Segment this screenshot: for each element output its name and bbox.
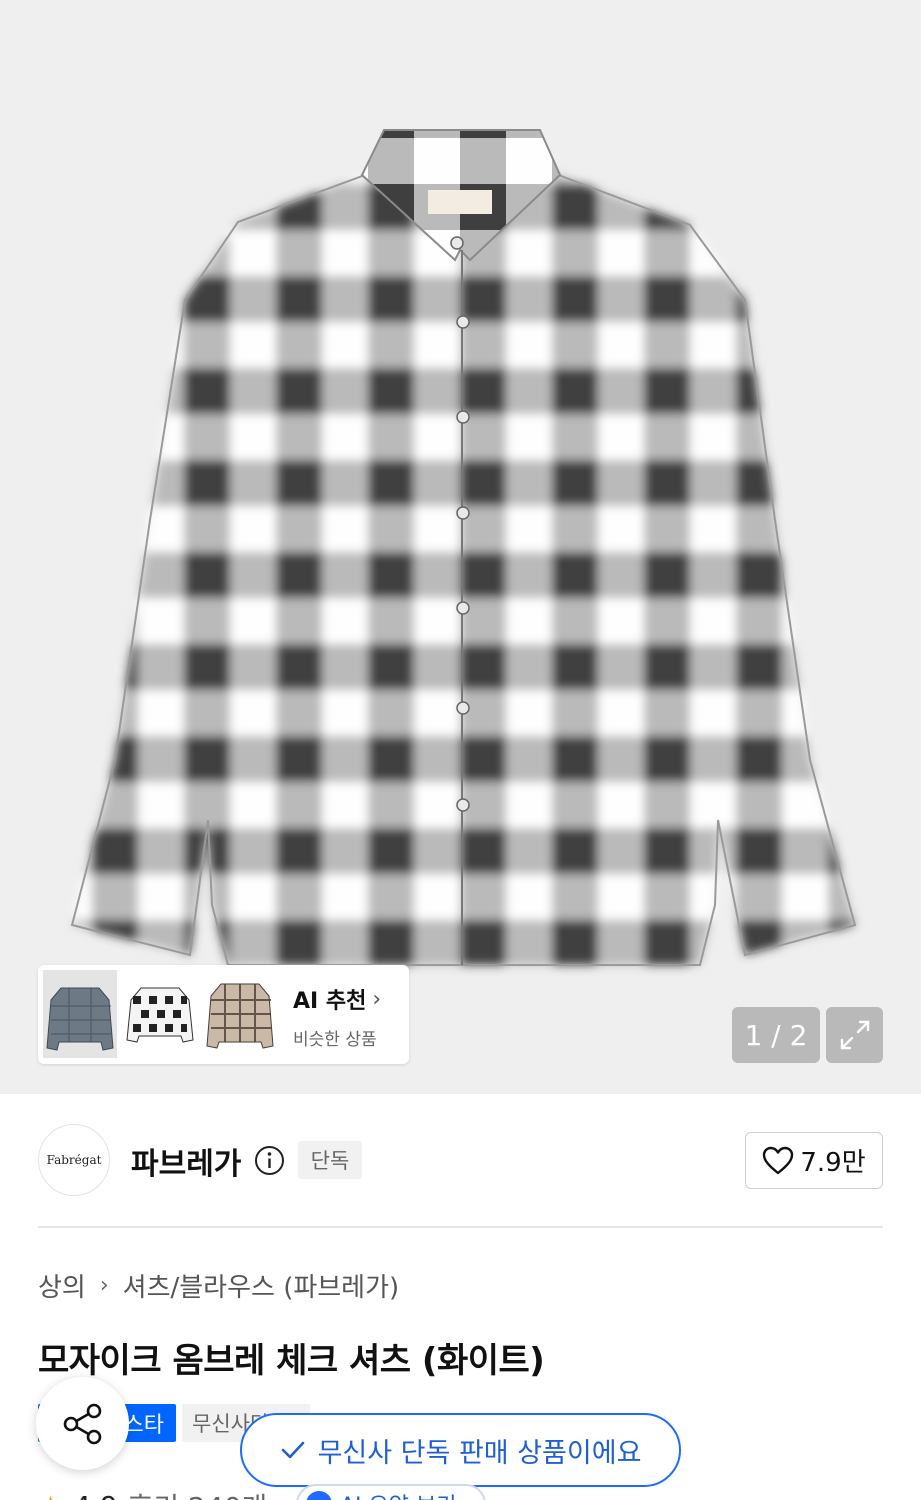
breadcrumb-item[interactable]: 상의 [38,1267,86,1304]
similar-product-thumb[interactable] [123,970,197,1058]
check-icon [281,1441,304,1459]
ai-recommend-title: AI 추천 [293,989,367,1014]
rating-score: 4.9 [73,1490,118,1500]
brand-logo-text: Fabrégat [46,1153,102,1167]
exclusive-tag: 단독 [298,1141,362,1179]
ai-icon [306,1491,332,1500]
brand-logo[interactable]: Fabrégat [38,1124,110,1196]
product-photo-shirt [70,129,857,966]
like-button[interactable]: 7.9만 [745,1132,883,1189]
info-icon[interactable] [254,1145,285,1176]
review-count: 후기 240개 [128,1486,268,1500]
similar-product-thumb[interactable] [203,970,277,1058]
image-pager: 1 / 2 [732,1007,820,1063]
breadcrumb-item[interactable]: 셔츠/블라우스 (파브레가) [123,1267,400,1304]
expand-arrows-icon [840,1020,869,1050]
ai-summary-label: AI 요약 보기 [340,1488,457,1500]
star-icon: ★ [38,1490,63,1500]
rating-row[interactable]: ★ 4.9 후기 240개 [38,1486,267,1500]
divider [38,1226,883,1228]
heart-icon [763,1146,794,1174]
chevron-right-icon: › [99,1273,109,1298]
similar-products-strip[interactable]: AI 추천 › 비슷한 상품 [38,965,409,1064]
share-button[interactable] [36,1377,129,1470]
product-image-gallery[interactable]: AI 추천 › 비슷한 상품 1 / 2 [0,0,921,1094]
breadcrumb: 상의 › 셔츠/블라우스 (파브레가) [38,1267,399,1304]
like-count: 7.9만 [800,1148,866,1178]
exclusive-toast: 무신사 단독 판매 상품이에요 [240,1413,681,1487]
ai-summary-button[interactable]: AI 요약 보기 [296,1484,486,1500]
similar-product-thumb[interactable] [43,970,117,1058]
share-icon [63,1403,101,1444]
product-title: 모자이크 옴브레 체크 셔츠 (화이트) [38,1341,545,1381]
ai-recommend-link[interactable]: AI 추천 › 비슷한 상품 [293,983,403,1051]
brand-name[interactable]: 파브레가 [131,1139,241,1183]
fullscreen-button[interactable] [826,1007,883,1063]
chevron-right-icon: › [372,986,382,1012]
ai-recommend-subtitle: 비슷한 상품 [293,1030,377,1050]
toast-text: 무신사 단독 판매 상품이에요 [317,1437,642,1469]
